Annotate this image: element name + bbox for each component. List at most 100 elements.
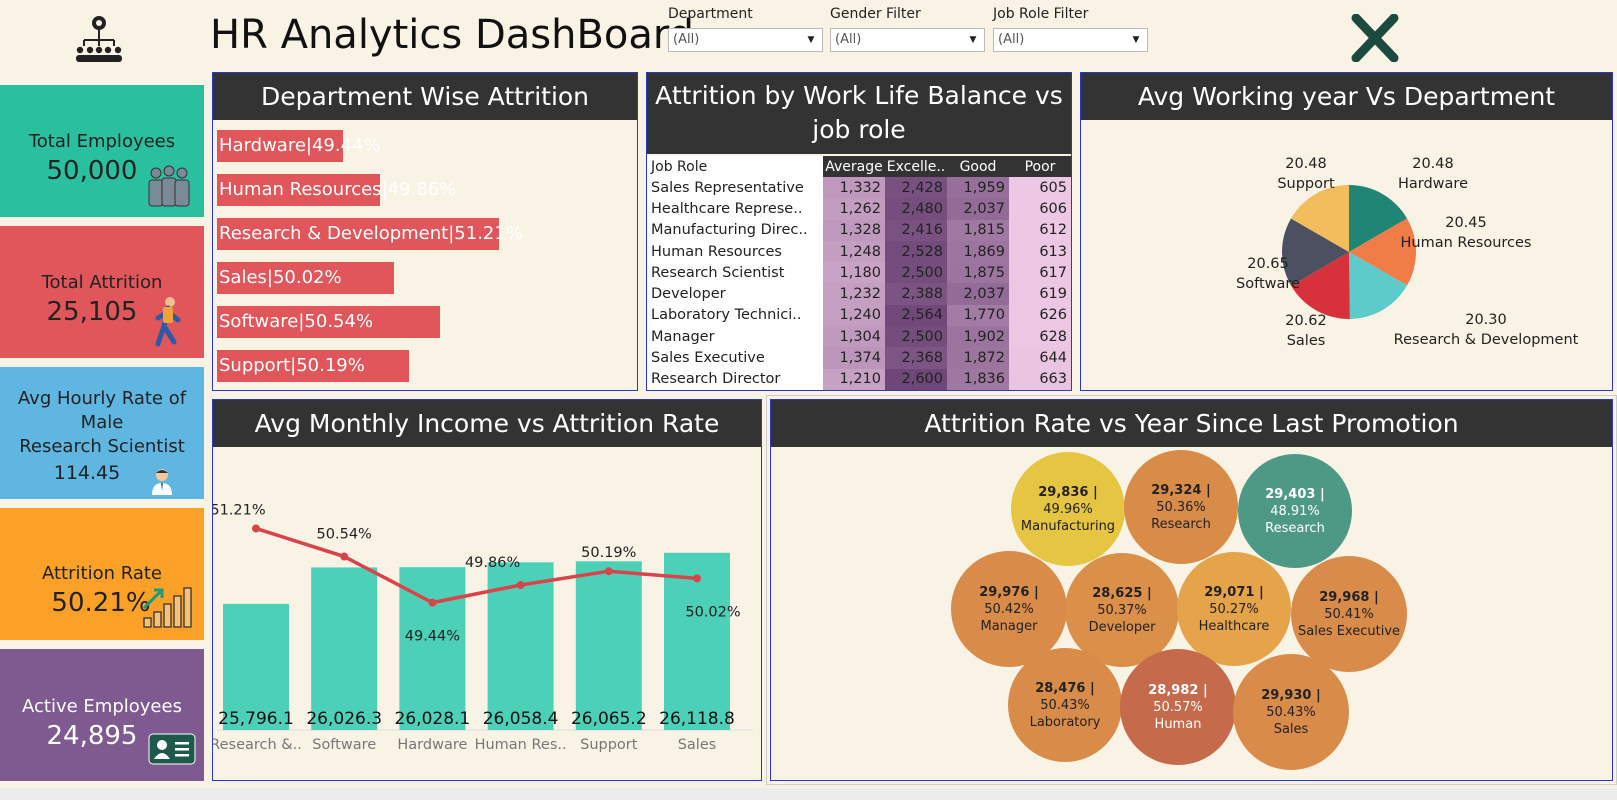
x-tick-label: Research &.. [213, 737, 302, 753]
bubble-name: Sales [1273, 721, 1309, 737]
heatmap-cell: 1,248 [823, 240, 885, 263]
panel-title-line: job role [812, 115, 906, 144]
pie-label: 20.30 Research & Development [1386, 310, 1586, 350]
job-role-cell: Research Director [647, 368, 823, 390]
attrition-point[interactable] [428, 598, 437, 607]
kpi-label: Active Employees [22, 696, 182, 717]
heatmap-cell: 1,304 [823, 326, 885, 348]
bubble-rate: 50.43% [1040, 697, 1090, 713]
gender-select[interactable]: (All) ▼ [830, 28, 985, 52]
attrition-point[interactable] [252, 524, 260, 533]
bubble-value: 29,071 | [1204, 584, 1264, 600]
x-tick-label: Hardware [397, 737, 467, 753]
column-header[interactable]: Job Role [647, 156, 823, 177]
bubble-name: Human [1154, 716, 1202, 732]
heatmap-cell: 613 [1009, 240, 1071, 263]
pie-value: 20.62 [1285, 313, 1327, 329]
promotion-bubble[interactable]: 29,836 | 49.96% Manufacturing [1011, 452, 1125, 566]
department-bar[interactable]: Human Resources|49.86% [217, 174, 456, 206]
bubble-rate: 50.37% [1097, 602, 1147, 618]
combo-svg: 25,796.1 Research &..26,026.3 Software 26,0… [210, 502, 753, 753]
promotion-bubble[interactable]: 28,982 | 50.57% Human [1120, 649, 1236, 765]
bar-value-label: 26,058.4 [483, 709, 559, 729]
job-role-cell: Manufacturing Direc.. [647, 219, 823, 241]
heatmap-cell: 617 [1009, 262, 1071, 284]
department-bar[interactable]: Hardware|49.44% [217, 130, 381, 162]
column-header[interactable]: Good [947, 156, 1009, 177]
department-bar[interactable]: Support|50.19% [217, 350, 409, 382]
panel-title: Department Wise Attrition [213, 73, 637, 120]
filter-label: Gender Filter [830, 6, 921, 22]
bubble-value: 29,976 | [979, 584, 1039, 600]
x-tick-label: Sales [678, 737, 717, 753]
bubble-rate: 49.96% [1043, 501, 1093, 517]
panel-title: Avg Monthly Income vs Attrition Rate [213, 400, 761, 447]
panel-title: Avg Working year Vs Department [1081, 73, 1612, 120]
promotion-bubble[interactable]: 29,968 | 50.41% Sales Executive [1291, 556, 1407, 672]
pie-label: 20.65 Software [1168, 254, 1368, 294]
heatmap-cell: 1,959 [947, 177, 1009, 199]
attrition-point[interactable] [516, 581, 525, 590]
attrition-point[interactable] [693, 574, 701, 583]
promotion-bubble[interactable]: 29,324 | 50.36% Research [1124, 450, 1238, 564]
pie-category: Support [1277, 176, 1335, 192]
department-bar[interactable]: Software|50.54% [217, 306, 440, 338]
bubble-name: Research [1265, 520, 1325, 536]
promotion-bubble[interactable]: 28,476 | 50.43% Laboratory [1008, 648, 1122, 762]
heatmap-cell: 1,240 [823, 304, 885, 327]
bubble-rate: 50.41% [1324, 606, 1374, 622]
employees-icon [146, 165, 192, 211]
attrition-point[interactable] [604, 567, 613, 576]
heatmap-cell: 2,528 [885, 240, 947, 263]
department-attrition-panel: Department Wise Attrition Hardware|49.44… [212, 72, 638, 391]
attrition-point[interactable] [340, 552, 349, 561]
column-header[interactable]: Poor [1009, 156, 1071, 177]
close-icon[interactable] [1350, 13, 1400, 63]
bubble-name: Manager [980, 618, 1038, 634]
bubble-value: 28,982 | [1148, 682, 1208, 698]
heatmap-cell: 1,262 [823, 198, 885, 220]
job-role-select[interactable]: (All) ▼ [993, 28, 1148, 52]
promotion-panel: Attrition Rate vs Year Since Last Promot… [766, 395, 1617, 785]
heatmap-cell: 2,564 [885, 304, 947, 327]
department-filter[interactable]: Department (All) ▼ [668, 6, 823, 52]
line-value-label: 50.19% [581, 545, 636, 561]
heatmap-cell: 1,332 [823, 177, 885, 199]
job-role-cell: Research Scientist [647, 262, 823, 284]
promotion-bubble[interactable]: 29,071 | 50.27% Healthcare [1177, 552, 1291, 666]
table-row: Research Director 1,210 2,600 1,836 663 [647, 368, 1071, 390]
bubble-value: 29,836 | [1038, 484, 1098, 500]
income-bar[interactable] [575, 561, 642, 730]
bubble-rate: 50.36% [1156, 499, 1206, 515]
income-bar[interactable] [311, 567, 378, 730]
table-row: Sales Executive 1,374 2,368 1,872 644 [647, 347, 1071, 369]
job-role-cell: Sales Executive [647, 347, 823, 369]
bubble-name: Developer [1088, 619, 1156, 635]
promotion-bubble[interactable]: 29,930 | 50.43% Sales [1233, 654, 1349, 770]
bubble-chart: 29,836 | 49.96% Manufacturing 29,324 | 50.36… [771, 447, 1611, 779]
column-header[interactable]: Excelle.. [885, 156, 947, 177]
department-bar[interactable]: Sales|50.02% [217, 262, 394, 294]
chevron-down-icon[interactable]: ▼ [801, 30, 821, 50]
department-select[interactable]: (All) ▼ [668, 28, 823, 52]
chevron-down-icon[interactable]: ▼ [963, 30, 983, 50]
heatmap-cell: 619 [1009, 283, 1071, 305]
pie-value: 20.45 [1445, 215, 1487, 231]
column-header[interactable]: Average [823, 156, 885, 177]
bubble-value: 29,403 | [1265, 486, 1325, 502]
heatmap-cell: 1,872 [947, 347, 1009, 369]
avg-hourly-rate-card: Avg Hourly Rate of Male Research Scienti… [0, 367, 204, 499]
promotion-bubble[interactable]: 29,403 | 48.91% Research [1238, 454, 1352, 568]
chevron-down-icon[interactable]: ▼ [1126, 30, 1146, 50]
gender-filter[interactable]: Gender Filter (All) ▼ [830, 6, 985, 52]
table-row: Manager 1,304 2,500 1,902 628 [647, 326, 1071, 348]
job-role-cell: Developer [647, 283, 823, 305]
job-role-cell: Sales Representative [647, 177, 823, 199]
heatmap-cell: 1,836 [947, 368, 1009, 390]
department-bar[interactable]: Research & Development|51.21% [217, 218, 523, 250]
job-role-filter[interactable]: Job Role Filter (All) ▼ [993, 6, 1148, 52]
pie-label: 20.45 Human Resources [1366, 213, 1566, 253]
heatmap-cell: 605 [1009, 177, 1071, 199]
wlb-table: Job Role Average Excelle.. Good Poor Sales R… [647, 156, 1071, 390]
scientist-icon [150, 467, 174, 499]
